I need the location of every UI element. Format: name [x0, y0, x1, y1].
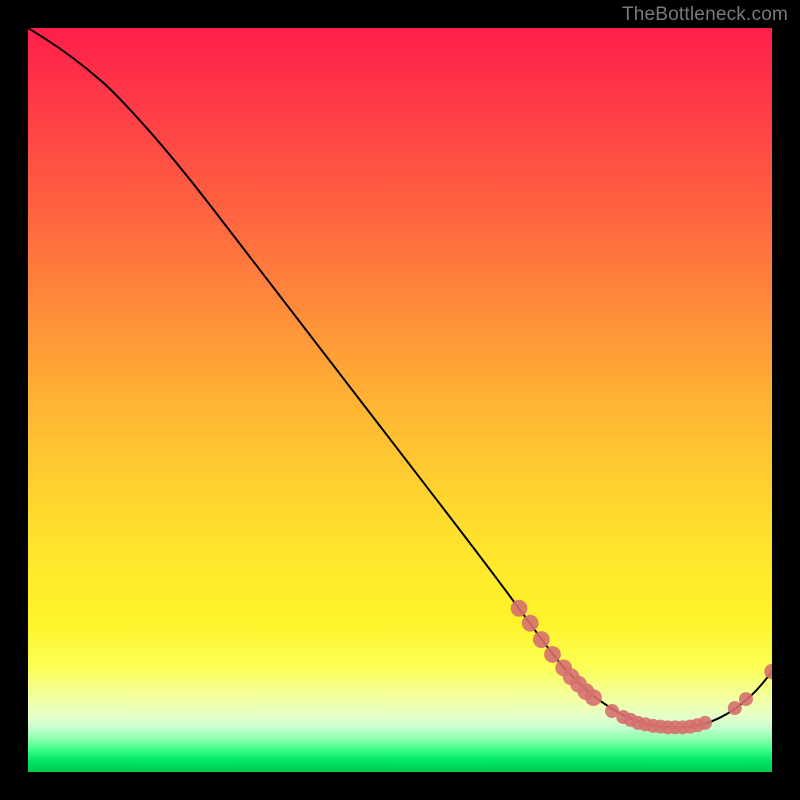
chart-stage: TheBottleneck.com	[0, 0, 800, 800]
data-point	[585, 689, 602, 706]
bottleneck-curve	[28, 28, 772, 727]
data-point	[764, 664, 772, 679]
marker-layer	[511, 600, 772, 734]
chart-svg	[28, 28, 772, 772]
data-point	[728, 701, 742, 715]
data-point	[511, 600, 528, 617]
data-point	[698, 716, 712, 730]
curve-layer	[28, 28, 772, 727]
plot-area	[28, 28, 772, 772]
data-point	[522, 615, 539, 632]
attribution-text: TheBottleneck.com	[622, 4, 788, 26]
data-point	[544, 646, 561, 663]
data-point	[533, 631, 550, 648]
data-point	[739, 692, 753, 706]
